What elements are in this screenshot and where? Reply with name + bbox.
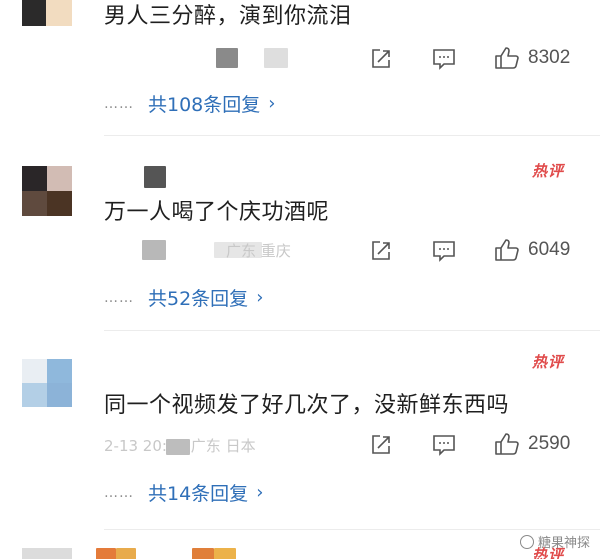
view-replies-link[interactable]: …… 共108条回复 › — [104, 90, 275, 117]
comment-text: 万一人喝了个庆功酒呢 — [104, 200, 330, 225]
avatar[interactable] — [22, 548, 72, 559]
hot-comment-badge: 热评 — [532, 162, 565, 180]
comment-button[interactable] — [432, 240, 456, 262]
comment-item: 热评 万一人喝了个庆功酒呢 广东 重庆 6049 …… 共52条回复 › — [0, 136, 600, 330]
comment-icon — [433, 49, 455, 70]
comment-button[interactable] — [432, 434, 456, 456]
avatar[interactable] — [22, 0, 72, 26]
avatar[interactable] — [22, 166, 72, 216]
comment-meta: 2-13 20:35 广东 日本 — [104, 435, 344, 457]
like-icon — [495, 47, 519, 69]
like-button[interactable]: 6049 — [494, 238, 570, 262]
share-button[interactable] — [370, 434, 392, 456]
comment-meta: 广东 重庆 — [104, 240, 334, 262]
replies-prefix: …… — [104, 484, 134, 501]
share-icon — [372, 49, 390, 68]
comment-icon — [433, 241, 455, 262]
chevron-right-icon: › — [256, 287, 264, 308]
replies-count: 共52条回复 — [148, 288, 249, 310]
like-count: 2590 — [528, 433, 571, 454]
hot-comment-badge: 热评 — [532, 353, 565, 371]
replies-prefix: …… — [104, 95, 134, 112]
watermark: 糖果神探 — [519, 532, 590, 551]
replies-count: 共108条回复 — [148, 94, 261, 116]
like-button[interactable]: 2590 — [494, 432, 570, 456]
avatar[interactable] — [22, 359, 72, 407]
share-icon — [372, 241, 390, 260]
meta-location: 广东 重庆 — [226, 242, 291, 260]
like-count: 8302 — [528, 47, 571, 68]
replies-count: 共14条回复 — [148, 483, 249, 505]
view-replies-link[interactable]: …… 共52条回复 › — [104, 284, 263, 311]
replies-prefix: …… — [104, 289, 134, 306]
share-button[interactable] — [370, 240, 392, 262]
comment-button[interactable] — [432, 48, 456, 70]
comment-item: 热评 同一个视频发了好几次了，没新鲜东西吗 2-13 20:35 广东 日本 2… — [0, 331, 600, 529]
comment-text: 男人三分醉，演到你流泪 — [104, 4, 352, 29]
share-icon — [372, 435, 390, 454]
like-button[interactable]: 8302 — [494, 46, 570, 70]
chevron-right-icon: › — [268, 93, 276, 114]
like-icon — [495, 433, 519, 455]
view-replies-link[interactable]: …… 共14条回复 › — [104, 479, 263, 506]
username[interactable] — [96, 548, 264, 559]
like-icon — [495, 239, 519, 261]
comment-icon — [433, 435, 455, 456]
comment-item: 热评 — [0, 530, 600, 559]
share-button[interactable] — [370, 48, 392, 70]
comment-item: 男人三分醉，演到你流泪 8302 …… 共108条回复 › — [0, 0, 600, 135]
comment-text: 同一个视频发了好几次了，没新鲜东西吗 — [104, 393, 510, 418]
watermark-text: 糖果神探 — [537, 536, 590, 551]
chevron-right-icon: › — [256, 482, 264, 503]
like-count: 6049 — [528, 239, 571, 260]
username[interactable] — [104, 162, 224, 188]
comment-meta — [104, 48, 304, 70]
watermark-logo-icon — [519, 534, 534, 549]
